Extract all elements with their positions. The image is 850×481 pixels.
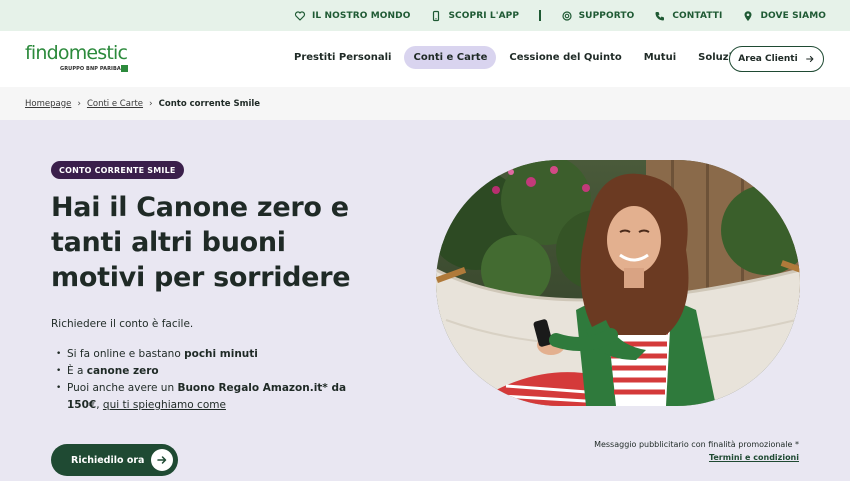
benefits-list: Si fa online e bastano pochi minuti È a … (56, 346, 366, 414)
breadcrumb-conti-e-carte[interactable]: Conti e Carte (87, 99, 143, 109)
headline-pre: Hai il (51, 192, 137, 223)
arrow-right-circle-icon (151, 449, 173, 471)
bullet-text: Puoi anche avere un (67, 382, 178, 394)
topbar-link-label: IL NOSTRO MONDO (311, 10, 411, 21)
bullet-link-qui-ti-spieghiamo[interactable]: qui ti spieghiamo come (103, 399, 226, 411)
topbar-link-label: SUPPORTO (578, 10, 635, 21)
termini-e-condizioni-link[interactable]: Termini e condizioni (709, 451, 799, 464)
phone-icon (433, 10, 440, 21)
findomestic-logo[interactable]: findomestic GRUPPO BNP PARIBAS (25, 42, 135, 76)
topbar-link-label: DOVE SIAMO (760, 10, 826, 21)
richiedilo-ora-button[interactable]: Richiedilo ora (51, 444, 178, 476)
topbar-link-scopri-app[interactable]: SCOPRI L'APP (430, 10, 519, 22)
chevron-right-icon: › (77, 98, 81, 109)
area-clienti-button[interactable]: Area Clienti (729, 46, 824, 72)
promo-disclaimer: Messaggio pubblicitario con finalità pro… (594, 438, 799, 464)
call-icon (655, 11, 665, 20)
topbar-link-contatti[interactable]: CONTATTI (654, 10, 722, 22)
hero-headline: Hai il Canone zero e tanti altri buoni m… (51, 190, 371, 295)
hero-intro: Richiedere il conto è facile. (51, 318, 194, 330)
headline-bold: Canone zero (136, 192, 322, 223)
topbar-link-il-nostro-mondo[interactable]: IL NOSTRO MONDO (294, 10, 411, 22)
breadcrumb: Homepage › Conti e Carte › Conto corrent… (0, 87, 850, 120)
topbar-link-supporto[interactable]: SUPPORTO (561, 10, 635, 22)
chevron-right-icon: › (149, 98, 153, 109)
bullet-bold: pochi minuti (184, 348, 258, 360)
logo-wordmark: findomestic (25, 42, 128, 64)
nav-item-mutui[interactable]: Mutui (635, 46, 685, 69)
area-clienti-label: Area Clienti (738, 54, 798, 64)
hero-photo-woman-smartphone (436, 160, 800, 406)
list-item: È a canone zero (56, 363, 366, 380)
location-icon (744, 10, 752, 21)
nav-item-cessione-del-quinto[interactable]: Cessione del Quinto (500, 46, 630, 69)
arrow-right-icon (805, 55, 814, 63)
main-header: findomestic GRUPPO BNP PARIBAS Prestiti … (0, 31, 850, 87)
product-badge: CONTO CORRENTE SMILE (51, 161, 184, 179)
cta-label: Richiedilo ora (71, 454, 145, 466)
bullet-bold: canone zero (86, 365, 159, 377)
support-icon (561, 10, 572, 21)
top-utility-bar: IL NOSTRO MONDO SCOPRI L'APP SUPPORTO CO… (0, 0, 850, 31)
topbar-divider (539, 10, 541, 21)
nav-item-conti-e-carte[interactable]: Conti e Carte (404, 46, 497, 69)
breadcrumb-homepage[interactable]: Homepage (25, 99, 71, 109)
nav-item-prestiti-personali[interactable]: Prestiti Personali (285, 46, 400, 69)
bullet-separator: , (96, 399, 103, 411)
topbar-link-label: CONTATTI (672, 10, 723, 21)
bullet-text: È a (67, 365, 87, 377)
topbar-link-dove-siamo[interactable]: DOVE SIAMO (742, 10, 826, 22)
bnp-mark-icon (121, 65, 128, 72)
bullet-text: Si fa online e bastano (67, 348, 185, 360)
promo-text: Messaggio pubblicitario con finalità pro… (594, 440, 799, 449)
logo-subtitle: GRUPPO BNP PARIBAS (60, 66, 125, 72)
heart-icon (294, 10, 306, 21)
breadcrumb-current: Conto corrente Smile (158, 98, 261, 109)
hero-section: CONTO CORRENTE SMILE Hai il Canone zero … (0, 120, 850, 481)
main-nav: Prestiti Personali Conti e Carte Cession… (285, 46, 758, 69)
list-item: Si fa online e bastano pochi minuti (56, 346, 366, 363)
list-item: Puoi anche avere un Buono Regalo Amazon.… (56, 380, 366, 414)
topbar-link-label: SCOPRI L'APP (448, 10, 520, 21)
